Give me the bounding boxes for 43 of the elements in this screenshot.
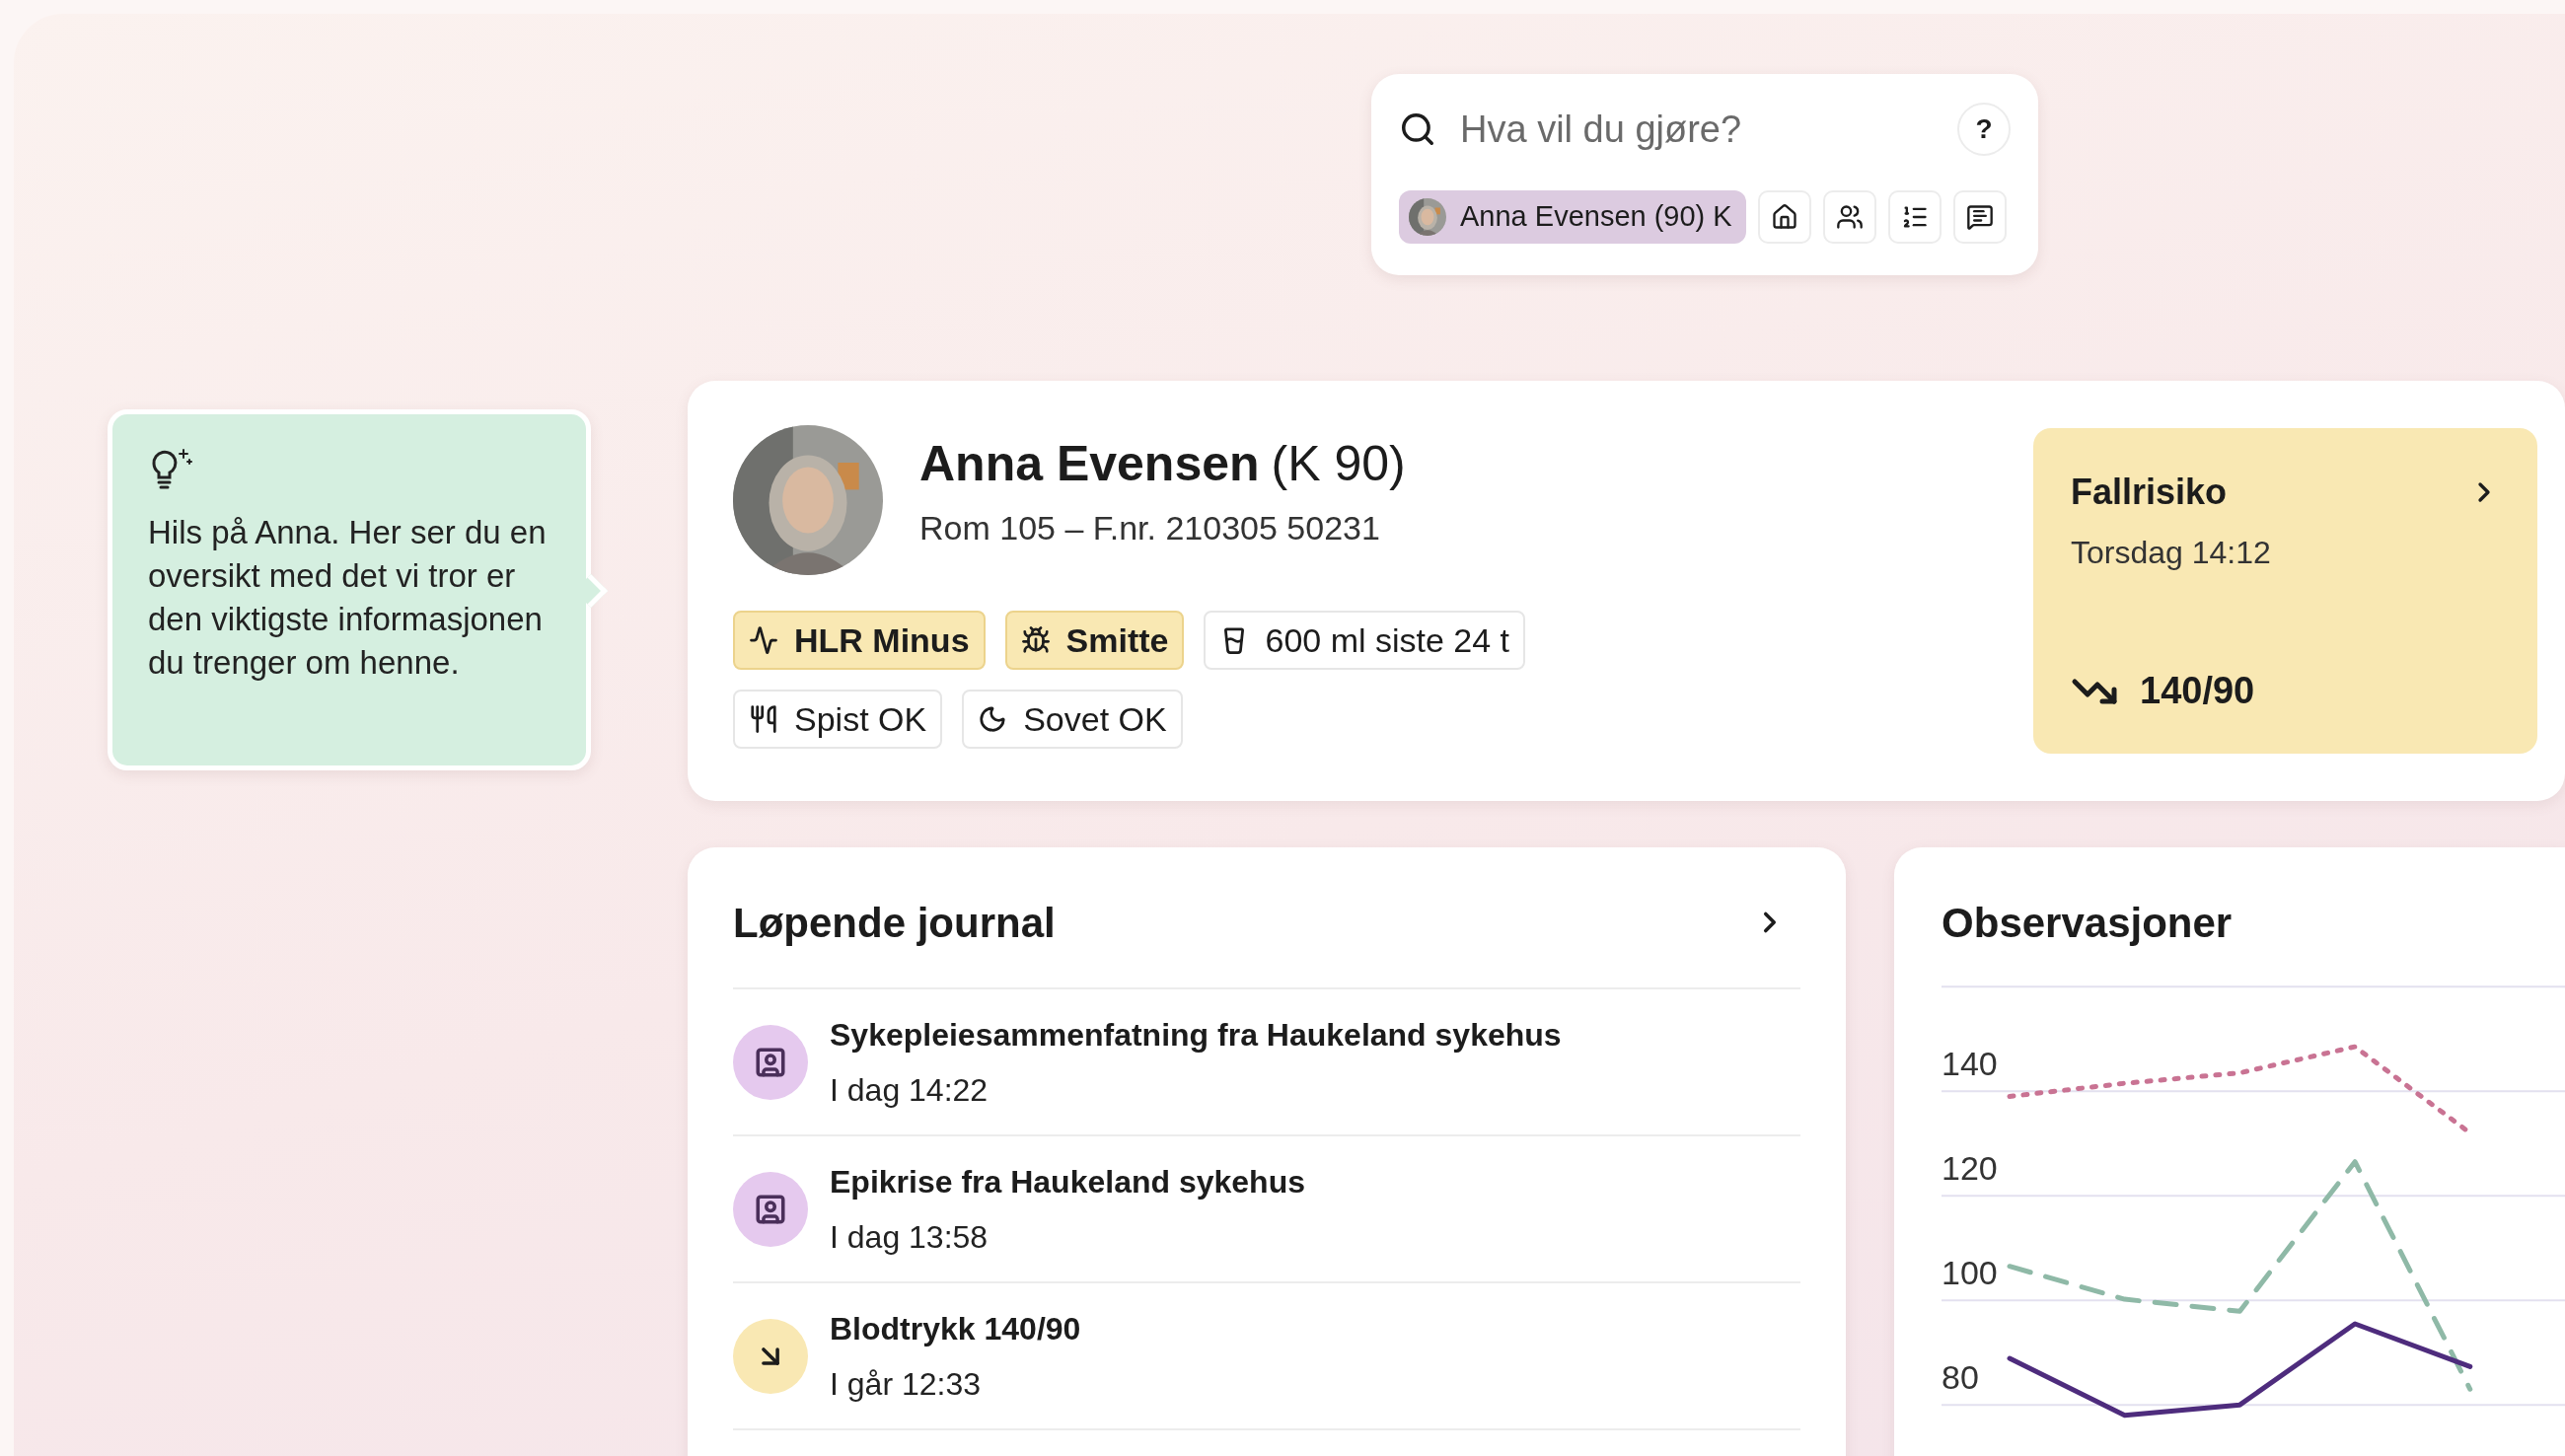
search-field[interactable]: Hva vil du gjøre? bbox=[1460, 101, 1957, 158]
home-icon bbox=[1770, 203, 1798, 231]
journal-title: Løpende journal bbox=[733, 898, 1056, 948]
axis-label: 100 bbox=[1942, 1254, 1998, 1292]
search-icon bbox=[1399, 110, 1436, 148]
entry-title: Blodtrykk 140/90 bbox=[830, 1309, 1081, 1348]
patient-details: Rom 105 – F.nr. 210305 50231 bbox=[919, 508, 1381, 548]
journal-entry[interactable]: Epikrise fra Haukeland sykehus I dag 13:58 bbox=[733, 1136, 1801, 1283]
status-tag: Spist OK bbox=[733, 690, 943, 749]
alert-time: Torsdag 14:12 bbox=[2071, 534, 2272, 572]
shortcut-button[interactable] bbox=[1952, 190, 2007, 244]
observations-title: Observasjoner bbox=[1942, 898, 2233, 948]
status-tag: Smitte bbox=[1004, 611, 1185, 670]
axis-label: 80 bbox=[1942, 1358, 1979, 1397]
entry-time: I dag 14:22 bbox=[830, 1070, 989, 1110]
moon-icon bbox=[978, 704, 1008, 734]
bug-icon bbox=[1020, 625, 1051, 655]
alert-card[interactable]: Fallrisiko Torsdag 14:12 140/90 bbox=[2033, 428, 2537, 754]
axis-label: 140 bbox=[1942, 1045, 1998, 1083]
users-icon bbox=[1835, 203, 1864, 231]
status-tag: 600 ml siste 24 t bbox=[1204, 611, 1526, 670]
entry-title: Sykepleiesammenfatning fra Haukeland sykehus bbox=[830, 1015, 1562, 1055]
axis-label: 120 bbox=[1942, 1149, 1998, 1188]
entry-title: Epikrise fra Haukeland sykehus bbox=[830, 1162, 1305, 1201]
help-button[interactable]: ? bbox=[1957, 103, 2011, 156]
utensils-icon bbox=[749, 704, 778, 734]
shortcut-button[interactable] bbox=[1887, 190, 1942, 244]
entry-time: I går 12:33 bbox=[830, 1364, 982, 1404]
alert-value: 140/90 bbox=[2140, 669, 2255, 713]
journal-entry[interactable]: Blodtrykk 140/90 I går 12:33 bbox=[733, 1283, 1801, 1430]
status-tag: HLR Minus bbox=[733, 611, 986, 670]
patient-chip[interactable]: Anna Evensen (90) K bbox=[1399, 190, 1746, 244]
shortcut-button[interactable] bbox=[1757, 190, 1811, 244]
pulse-icon bbox=[749, 625, 778, 655]
entry-time: I dag 13:58 bbox=[830, 1217, 989, 1257]
tip-text: Hils på Anna. Her ser du en oversikt med det vi tror er den viktigste informasjonen du trenger om henne. bbox=[148, 513, 548, 683]
patient-name: Anna Evensen bbox=[919, 435, 1260, 493]
alert-title: Fallrisiko bbox=[2071, 471, 2228, 514]
message-icon bbox=[1965, 203, 1994, 231]
patient-age: (K 90) bbox=[1271, 435, 1406, 493]
journal-entry[interactable]: Sykepleiesammenfatning fra Haukeland sykehus I dag 14:22 bbox=[733, 989, 1801, 1136]
shortcut-button[interactable] bbox=[1822, 190, 1876, 244]
status-tag: Sovet OK bbox=[962, 690, 1183, 749]
